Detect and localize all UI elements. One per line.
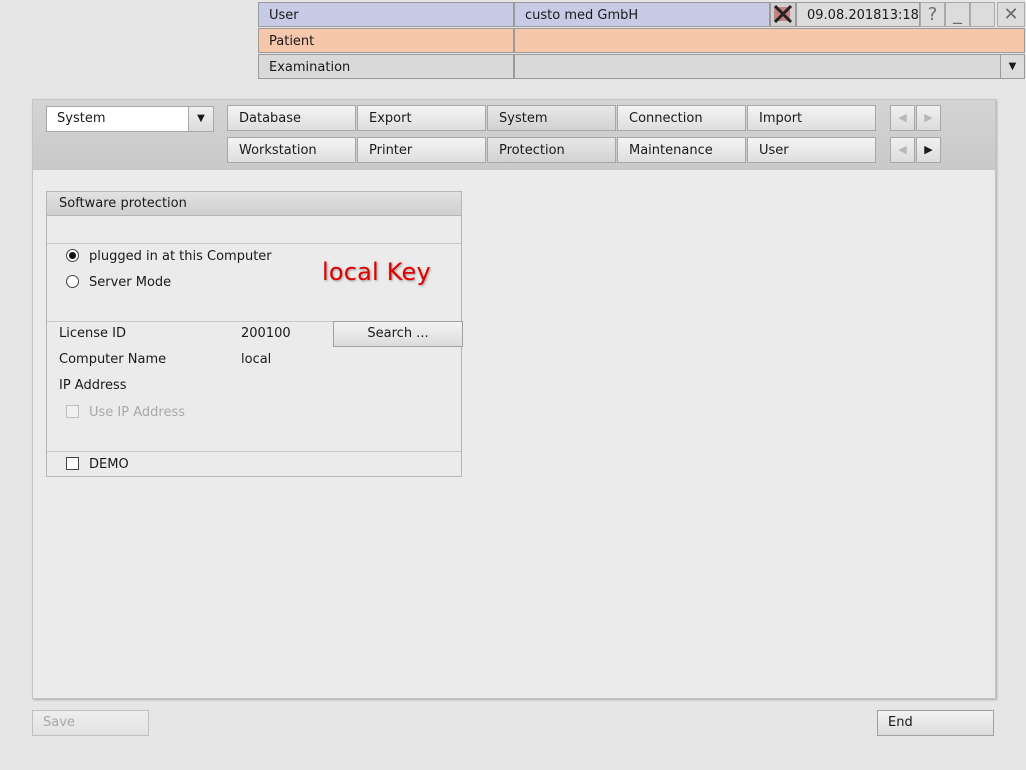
tab-export[interactable]: Export xyxy=(357,105,486,131)
category-select-value: System xyxy=(57,111,106,126)
header-user-label: User xyxy=(258,2,514,27)
tabs-row1-prev-button[interactable]: ◀ xyxy=(890,105,915,131)
end-button[interactable]: End xyxy=(877,710,994,736)
minimize-button[interactable]: _ xyxy=(945,2,970,27)
tab-maintenance[interactable]: Maintenance xyxy=(617,137,746,163)
divider xyxy=(47,451,461,452)
radio-local-label[interactable]: plugged in at this Computer xyxy=(89,249,272,264)
tabs-row1-next-button[interactable]: ▶ xyxy=(916,105,941,131)
search-button[interactable]: Search ... xyxy=(333,321,463,347)
header-examination-value[interactable] xyxy=(514,54,1001,79)
group-title: Software protection xyxy=(47,192,461,216)
radio-server[interactable] xyxy=(66,275,79,288)
use-ip-address-checkbox[interactable] xyxy=(66,405,79,418)
annotation-text: local Key xyxy=(322,258,431,286)
header-patient-label[interactable]: Patient xyxy=(258,28,514,53)
tab-label: Import xyxy=(759,111,803,126)
ip-address-label: IP Address xyxy=(59,378,127,393)
radio-local[interactable] xyxy=(66,249,79,262)
tab-import[interactable]: Import xyxy=(747,105,876,131)
help-button[interactable]: ? xyxy=(920,2,945,27)
chevron-right-icon: ▶ xyxy=(924,111,933,124)
radio-dot xyxy=(69,252,76,259)
computer-name-label: Computer Name xyxy=(59,352,167,367)
close-icon: ✕ xyxy=(1003,4,1019,25)
tab-user[interactable]: User xyxy=(747,137,876,163)
computer-name-value: local xyxy=(241,352,272,367)
tab-label: Printer xyxy=(369,143,413,158)
chevron-left-icon: ◀ xyxy=(898,111,907,124)
tab-label: Database xyxy=(239,111,302,126)
tab-connection[interactable]: Connection xyxy=(617,105,746,131)
user-label: User xyxy=(269,8,299,23)
use-ip-address-label: Use IP Address xyxy=(89,405,185,420)
save-button[interactable]: Save xyxy=(32,710,149,736)
tab-label: Export xyxy=(369,111,412,126)
company-name: custo med GmbH xyxy=(525,8,639,23)
chevron-down-icon: ▼ xyxy=(1008,61,1017,72)
settings-panel: System ▼ Database Export System Connecti… xyxy=(32,99,996,699)
license-id-label: License ID xyxy=(59,326,126,341)
demo-label[interactable]: DEMO xyxy=(89,457,129,472)
demo-checkbox[interactable] xyxy=(66,457,79,470)
tab-label: Maintenance xyxy=(629,143,713,158)
examination-dropdown-button[interactable]: ▼ xyxy=(1000,54,1025,79)
datetime: 09.08.201813:18 xyxy=(807,8,919,23)
blank-header-button xyxy=(970,2,995,27)
chevron-left-icon: ◀ xyxy=(898,143,907,156)
tab-label: User xyxy=(759,143,789,158)
connection-status-icon[interactable] xyxy=(770,2,796,27)
tab-database[interactable]: Database xyxy=(227,105,356,131)
chevron-right-icon: ▶ xyxy=(924,143,933,156)
header-examination-label[interactable]: Examination xyxy=(258,54,514,79)
license-id-value: 200100 xyxy=(241,326,291,341)
header-datetime: 09.08.201813:18 xyxy=(796,2,920,27)
help-icon: ? xyxy=(927,4,938,25)
software-protection-group: Software protection plugged in at this C… xyxy=(46,191,463,477)
tab-label: System xyxy=(499,111,548,126)
close-button[interactable]: ✕ xyxy=(997,2,1025,27)
tabs-row2-prev-button[interactable]: ◀ xyxy=(890,137,915,163)
divider xyxy=(47,243,461,244)
patient-label: Patient xyxy=(269,34,315,49)
tab-protection[interactable]: Protection xyxy=(487,137,616,163)
tab-printer[interactable]: Printer xyxy=(357,137,486,163)
radio-server-label[interactable]: Server Mode xyxy=(89,275,171,290)
header-company: custo med GmbH xyxy=(514,2,770,27)
header-patient-value[interactable] xyxy=(514,28,1025,53)
tab-system[interactable]: System xyxy=(487,105,616,131)
tabs-row2-next-button[interactable]: ▶ xyxy=(916,137,941,163)
examination-label: Examination xyxy=(269,60,351,75)
tab-workstation[interactable]: Workstation xyxy=(227,137,356,163)
tab-label: Workstation xyxy=(239,143,317,158)
tab-label: Connection xyxy=(629,111,703,126)
chevron-down-icon: ▼ xyxy=(197,113,205,124)
category-select-arrow[interactable]: ▼ xyxy=(188,106,214,132)
tab-label: Protection xyxy=(499,143,565,158)
minimize-icon: _ xyxy=(953,4,962,25)
